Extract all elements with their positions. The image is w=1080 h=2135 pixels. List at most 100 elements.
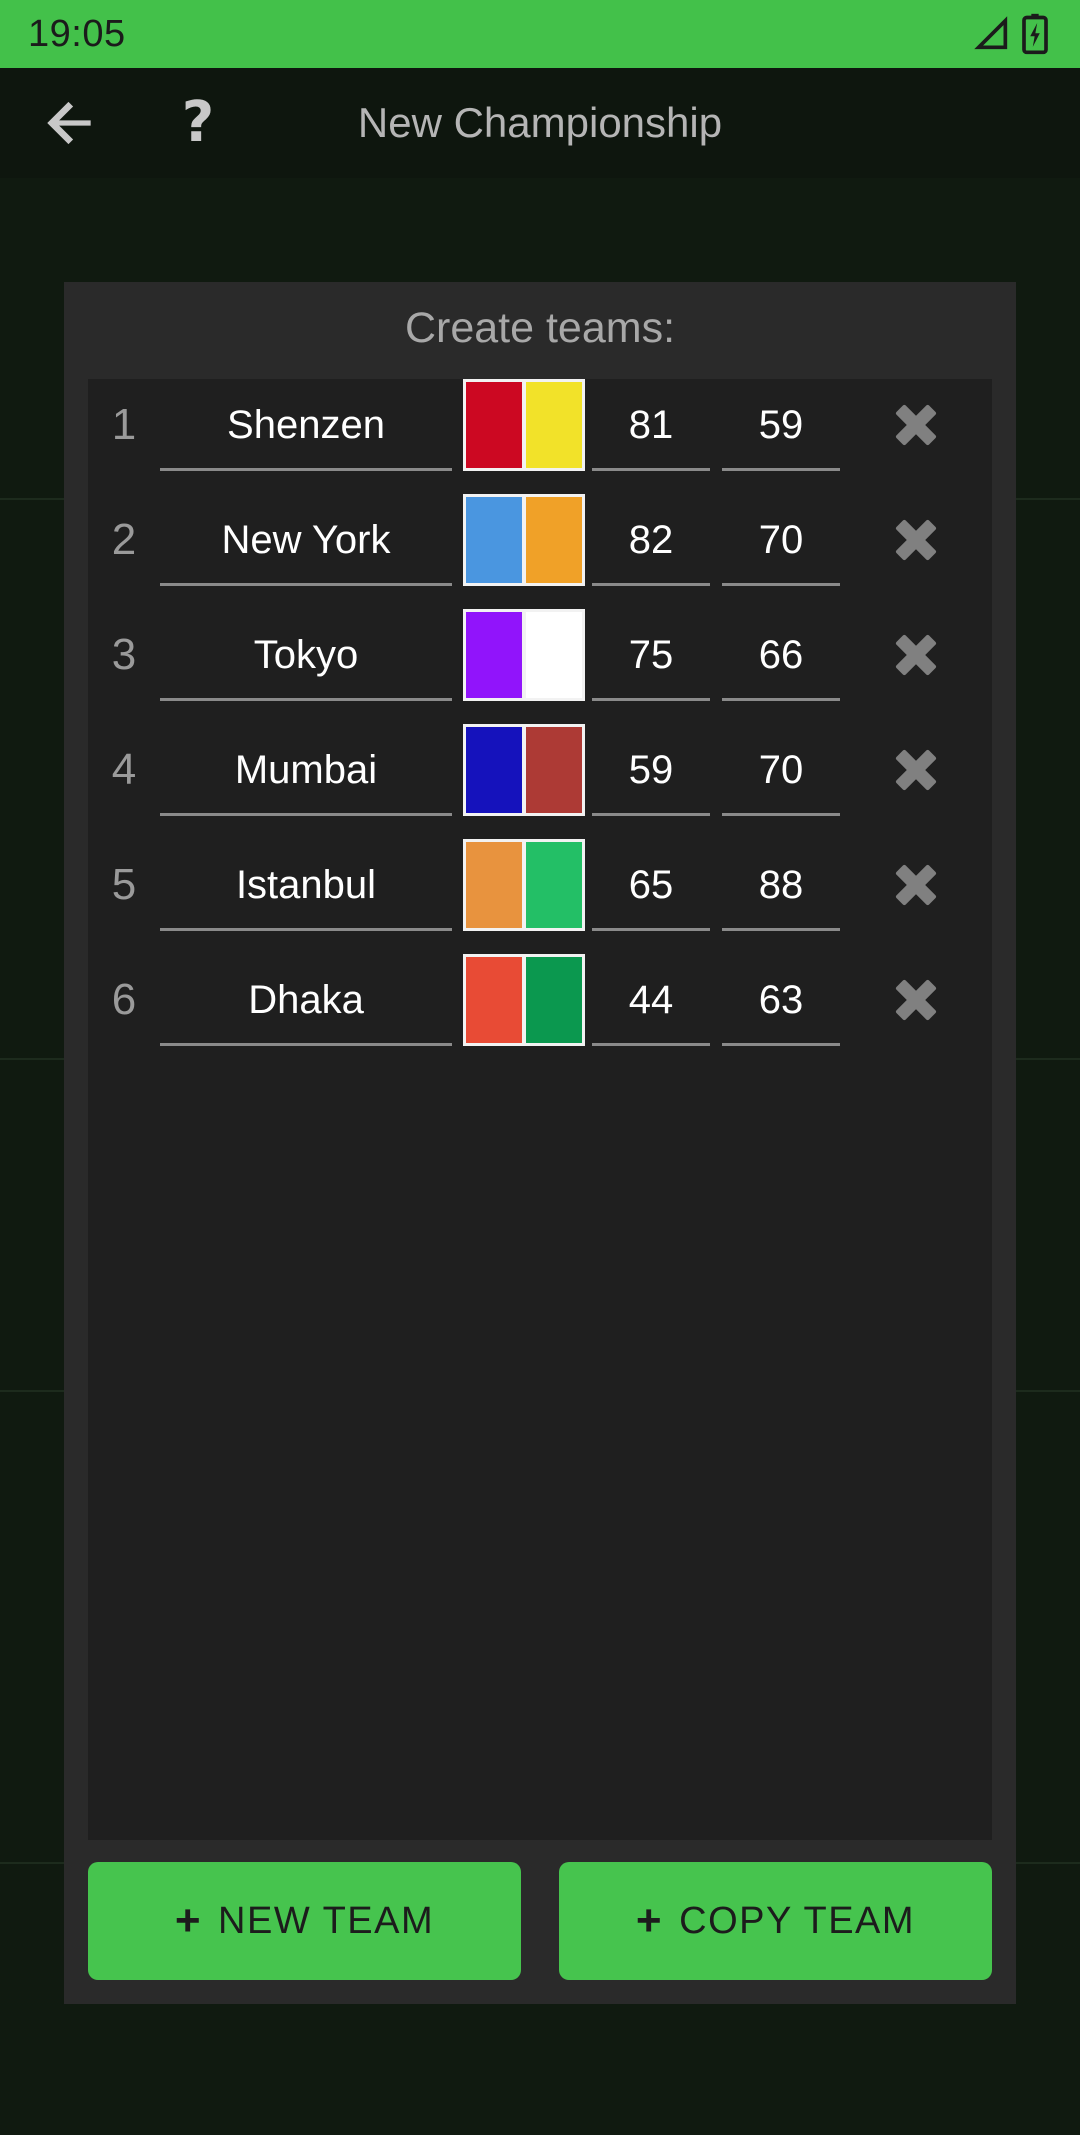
- team-attack-cell: 44: [592, 954, 710, 1046]
- team-colors-cell: [456, 609, 592, 701]
- team-attack-cell: 81: [592, 379, 710, 471]
- team-attack-cell: 82: [592, 494, 710, 586]
- close-x-icon: [894, 863, 938, 907]
- team-attack-input[interactable]: 65: [592, 839, 710, 931]
- close-x-icon: [894, 518, 938, 562]
- team-color-secondary: [526, 727, 582, 813]
- team-name-cell: Istanbul: [160, 839, 456, 931]
- team-name-cell: Tokyo: [160, 609, 456, 701]
- team-defense-input[interactable]: 63: [722, 954, 840, 1046]
- delete-team-button[interactable]: [840, 839, 992, 931]
- team-defense-cell: 66: [722, 609, 840, 701]
- team-colors-cell: [456, 379, 592, 471]
- team-colors-cell: [456, 494, 592, 586]
- team-defense-cell: 70: [722, 494, 840, 586]
- team-color-primary: [466, 382, 522, 468]
- team-attack-input[interactable]: 59: [592, 724, 710, 816]
- team-defense-cell: 59: [722, 379, 840, 471]
- team-list-panel: 1 Shenzen 81 59 2 New York 82 70 3 Tokyo 75 66 4 Mumb…: [88, 379, 992, 1840]
- team-color-primary: [466, 727, 522, 813]
- team-defense-input[interactable]: 70: [722, 494, 840, 586]
- team-name-cell: Shenzen: [160, 379, 456, 471]
- close-x-icon: [894, 633, 938, 677]
- delete-team-button[interactable]: [840, 609, 992, 701]
- team-defense-cell: 70: [722, 724, 840, 816]
- team-name-input[interactable]: Dhaka: [160, 954, 452, 1046]
- copy-team-label: COPY TEAM: [679, 1899, 916, 1942]
- team-color-primary: [466, 612, 522, 698]
- team-defense-cell: 88: [722, 839, 840, 931]
- table-row: 6 Dhaka 44 63: [88, 954, 992, 1069]
- copy-team-button[interactable]: + COPY TEAM: [559, 1862, 992, 1980]
- table-row: 4 Mumbai 59 70: [88, 724, 992, 839]
- new-team-label: NEW TEAM: [218, 1899, 435, 1942]
- team-attack-input[interactable]: 81: [592, 379, 710, 471]
- delete-team-button[interactable]: [840, 954, 992, 1046]
- delete-team-button[interactable]: [840, 724, 992, 816]
- team-list: 1 Shenzen 81 59 2 New York 82 70 3 Tokyo 75 66 4 Mumb…: [88, 379, 992, 1069]
- team-name-input[interactable]: New York: [160, 494, 452, 586]
- row-index: 3: [111, 630, 137, 679]
- team-color-secondary: [526, 382, 582, 468]
- back-button[interactable]: [22, 75, 118, 171]
- team-colors-cell: [456, 839, 592, 931]
- team-color-swatch[interactable]: [463, 724, 585, 816]
- team-name-input[interactable]: Mumbai: [160, 724, 452, 816]
- team-color-swatch[interactable]: [463, 839, 585, 931]
- team-attack-input[interactable]: 44: [592, 954, 710, 1046]
- row-index: 4: [111, 745, 137, 794]
- back-arrow-icon: [47, 101, 91, 145]
- team-colors-cell: [456, 724, 592, 816]
- team-color-primary: [466, 497, 522, 583]
- status-icon-group: [972, 12, 1052, 56]
- team-color-swatch[interactable]: [463, 494, 585, 586]
- team-color-secondary: [526, 612, 582, 698]
- team-defense-input[interactable]: 59: [722, 379, 840, 471]
- table-row: 2 New York 82 70: [88, 494, 992, 609]
- card-title: Create teams:: [404, 304, 676, 352]
- close-x-icon: [894, 748, 938, 792]
- app-root: 19:05 ? New Championship Create teams: 1…: [0, 0, 1080, 2135]
- close-x-icon: [894, 978, 938, 1022]
- status-time: 19:05: [28, 12, 126, 55]
- battery-charging-icon: [1022, 13, 1048, 55]
- team-name-input[interactable]: Shenzen: [160, 379, 452, 471]
- close-x-icon: [894, 403, 938, 447]
- table-row: 3 Tokyo 75 66: [88, 609, 992, 724]
- team-name-cell: Dhaka: [160, 954, 456, 1046]
- team-name-cell: Mumbai: [160, 724, 456, 816]
- table-row: 1 Shenzen 81 59: [88, 379, 992, 494]
- new-team-button[interactable]: + NEW TEAM: [88, 1862, 521, 1980]
- team-name-cell: New York: [160, 494, 456, 586]
- team-defense-input[interactable]: 88: [722, 839, 840, 931]
- table-row: 5 Istanbul 65 88: [88, 839, 992, 954]
- team-color-swatch[interactable]: [463, 954, 585, 1046]
- team-attack-input[interactable]: 75: [592, 609, 710, 701]
- team-attack-cell: 75: [592, 609, 710, 701]
- team-name-input[interactable]: Istanbul: [160, 839, 452, 931]
- team-attack-input[interactable]: 82: [592, 494, 710, 586]
- row-index: 2: [111, 515, 137, 564]
- create-teams-card: Create teams: 1 Shenzen 81 59 2 New York 82 70 3…: [64, 282, 1016, 2004]
- team-color-primary: [466, 842, 522, 928]
- team-color-swatch[interactable]: [463, 609, 585, 701]
- row-index: 5: [111, 860, 137, 909]
- plus-icon: +: [174, 1896, 203, 1945]
- team-defense-input[interactable]: 70: [722, 724, 840, 816]
- team-name-input[interactable]: Tokyo: [160, 609, 452, 701]
- team-color-swatch[interactable]: [463, 379, 585, 471]
- team-color-secondary: [526, 842, 582, 928]
- team-colors-cell: [456, 954, 592, 1046]
- status-bar: 19:05: [0, 0, 1080, 68]
- plus-icon: +: [635, 1896, 664, 1945]
- team-defense-cell: 63: [722, 954, 840, 1046]
- delete-team-button[interactable]: [840, 379, 992, 471]
- delete-team-button[interactable]: [840, 494, 992, 586]
- team-defense-input[interactable]: 66: [722, 609, 840, 701]
- team-attack-cell: 65: [592, 839, 710, 931]
- team-color-primary: [466, 957, 522, 1043]
- signal-triangle-icon: [974, 16, 1008, 50]
- team-attack-cell: 59: [592, 724, 710, 816]
- team-color-secondary: [526, 497, 582, 583]
- help-button[interactable]: ?: [150, 75, 246, 171]
